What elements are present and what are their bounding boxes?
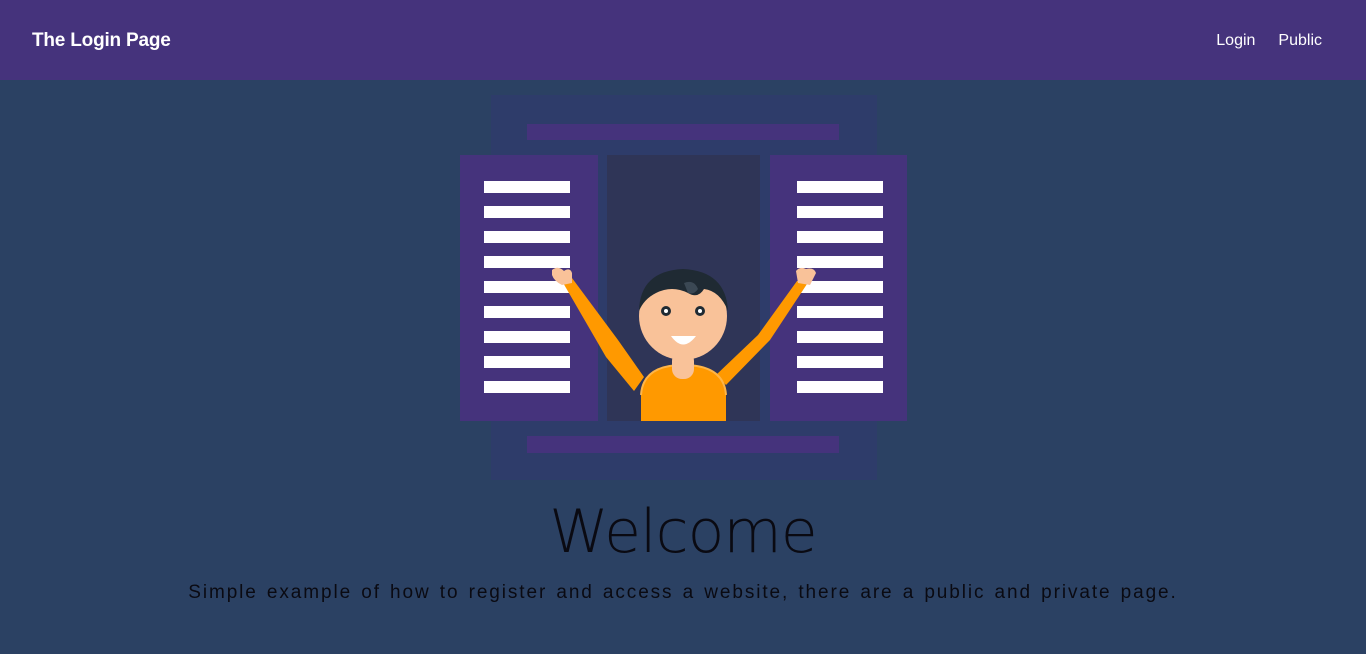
window-person-illustration [460, 95, 907, 480]
top-navbar: The Login Page Login Public [0, 0, 1366, 80]
window-bottom-sill [527, 436, 839, 453]
nav-links: Login Public [1216, 31, 1322, 51]
right-shutter [770, 155, 907, 421]
nav-link-public[interactable]: Public [1278, 31, 1322, 51]
welcome-title: Welcome [549, 497, 817, 567]
brand-link[interactable]: The Login Page [32, 29, 171, 53]
window-top-sill [527, 124, 839, 140]
nav-link-login[interactable]: Login [1216, 31, 1255, 51]
welcome-subtitle: Simple example of how to register and ac… [188, 582, 1178, 603]
